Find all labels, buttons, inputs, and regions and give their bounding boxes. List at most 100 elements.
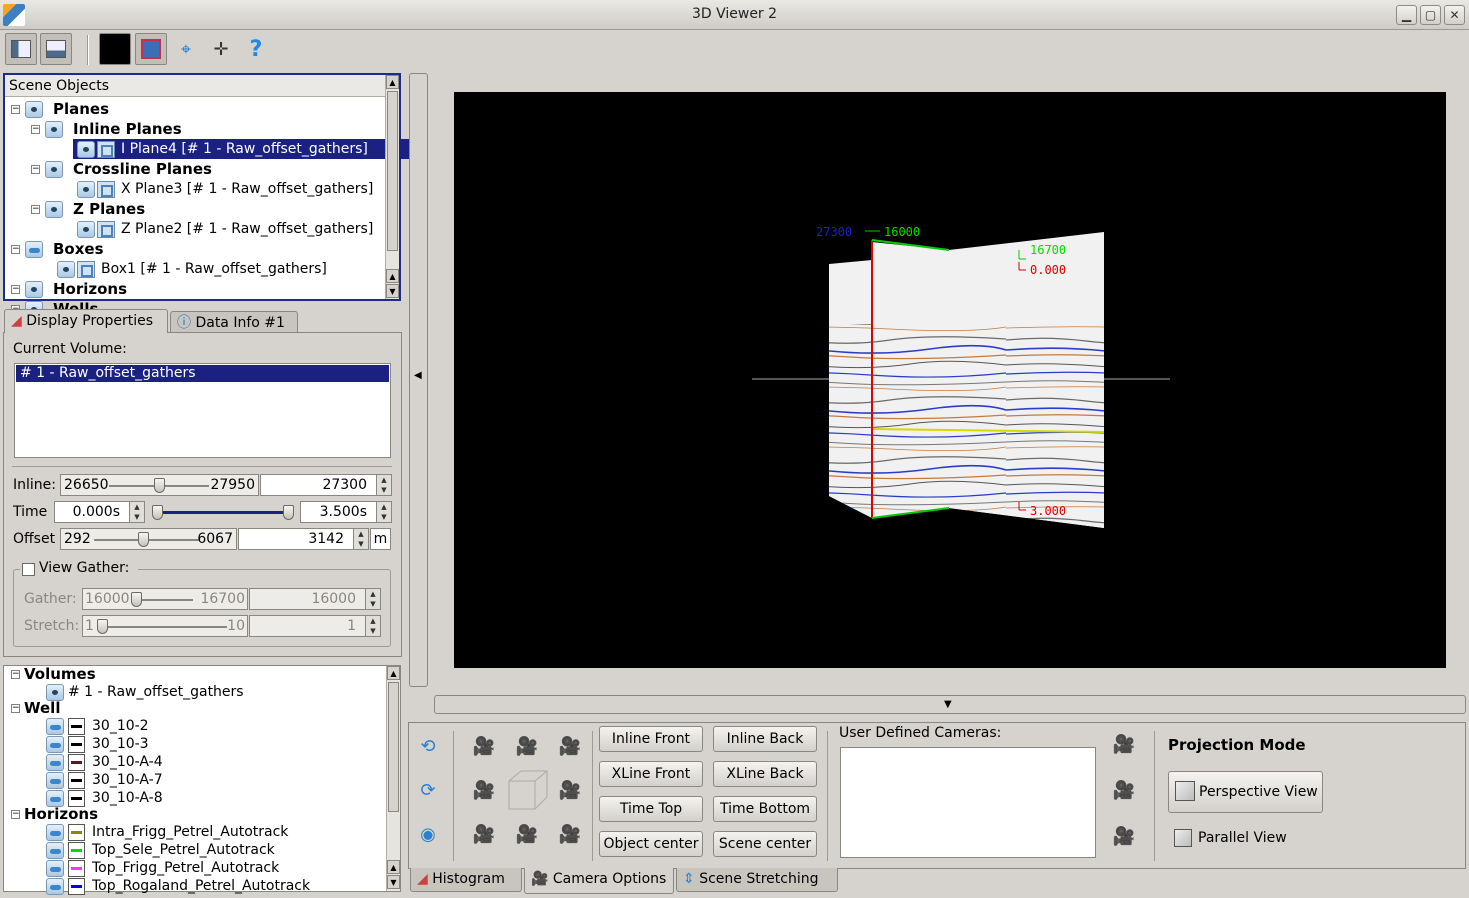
user-cameras-list[interactable] xyxy=(840,747,1096,858)
time-start-handle[interactable] xyxy=(152,505,163,520)
color-swatch-icon[interactable] xyxy=(68,772,85,789)
inline-slider[interactable]: 26650 27950 xyxy=(60,474,259,496)
camera-bottom-right-icon[interactable]: 🎥 xyxy=(557,823,583,847)
camera-left-icon[interactable]: 🎥 xyxy=(471,779,497,803)
data-tree-item[interactable]: 30_10-A-4 xyxy=(92,752,163,772)
color-swatch-icon[interactable] xyxy=(68,824,85,841)
color-swatch-icon[interactable] xyxy=(68,754,85,771)
stretch-slider[interactable]: 1 10 xyxy=(82,615,248,637)
3d-viewport[interactable]: 27300 16000 16700 0.000 3.000 xyxy=(454,92,1446,668)
camera-view-button[interactable]: Scene center xyxy=(713,831,817,857)
minimize-button[interactable]: ▁ xyxy=(1396,5,1417,25)
scene-tree-item[interactable]: Box1 [# 1 - Raw_offset_gathers] xyxy=(101,259,327,279)
target-button[interactable]: ⌖ xyxy=(170,33,202,65)
data-tree-item[interactable]: Intra_Frigg_Petrel_Autotrack xyxy=(92,822,288,842)
camera-top-right-icon[interactable]: 🎥 xyxy=(557,735,583,759)
visibility-toggle-icon[interactable] xyxy=(77,141,95,158)
camera-view-button[interactable]: Time Bottom xyxy=(713,796,817,822)
visibility-toggle-icon[interactable] xyxy=(46,860,64,877)
visibility-toggle-icon[interactable] xyxy=(46,878,64,895)
camera-view-button[interactable]: Inline Front xyxy=(599,726,703,752)
offset-slider[interactable]: 292 6067 xyxy=(60,528,237,550)
gather-spinbox[interactable]: 16000 ▲ ▼ xyxy=(249,588,381,610)
camera-view-button[interactable]: XLine Back xyxy=(713,761,817,787)
spin-arrows-icon[interactable]: ▲ ▼ xyxy=(365,589,380,609)
visibility-toggle-icon[interactable] xyxy=(46,736,64,753)
inline-slider-handle[interactable] xyxy=(154,478,165,493)
scroll-up-arrow-icon[interactable]: ▲ xyxy=(386,269,399,283)
tree-expander-icon[interactable]: − xyxy=(11,105,20,114)
tree-expander-icon[interactable]: − xyxy=(31,165,40,174)
side-panel-handle[interactable]: ◀ xyxy=(409,73,428,687)
camera-view-button[interactable]: Time Top xyxy=(599,796,703,822)
maximize-button[interactable]: ▢ xyxy=(1420,5,1441,25)
camera-bottom-icon[interactable]: 🎥 xyxy=(514,823,540,847)
data-tree-item[interactable]: 30_10-2 xyxy=(92,716,149,736)
edit-camera-icon[interactable]: 🎥 xyxy=(1111,779,1137,803)
scroll-down-arrow-icon[interactable]: ▼ xyxy=(387,875,400,889)
spin-arrows-icon[interactable]: ▲ ▼ xyxy=(376,502,391,522)
rotate-center-icon[interactable]: ◉ xyxy=(415,823,441,847)
delete-camera-icon[interactable]: 🎥 xyxy=(1111,825,1137,849)
scroll-down-arrow-icon[interactable]: ▼ xyxy=(386,284,399,298)
gather-slider-handle[interactable] xyxy=(131,592,142,607)
scene-tree-item[interactable]: Boxes xyxy=(53,239,104,259)
camera-view-button[interactable]: XLine Front xyxy=(599,761,703,787)
spin-arrows-icon[interactable]: ▲ ▼ xyxy=(376,475,391,495)
data-tree-item[interactable]: Top_Rogaland_Petrel_Autotrack xyxy=(92,876,310,896)
visibility-toggle-icon[interactable] xyxy=(46,772,64,789)
visibility-toggle-icon[interactable] xyxy=(25,281,43,298)
perspective-view-button[interactable]: Perspective View xyxy=(1168,771,1323,813)
tree-expander-icon[interactable]: − xyxy=(11,704,20,713)
rotate-horizontal-icon[interactable]: ⟳ xyxy=(415,779,441,803)
data-tree[interactable]: − Volumes # 1 - Raw_offset_gathers − Well 30_… xyxy=(3,665,401,895)
time-start-spinbox[interactable]: 0.000s ▲ ▼ xyxy=(54,501,145,523)
tree-expander-icon[interactable]: − xyxy=(11,285,20,294)
tree-expander-icon[interactable]: − xyxy=(31,125,40,134)
scroll-thumb[interactable] xyxy=(387,91,398,251)
visibility-toggle-icon[interactable] xyxy=(46,754,64,771)
data-tree-item[interactable]: Top_Frigg_Petrel_Autotrack xyxy=(92,858,279,878)
visibility-toggle-icon[interactable] xyxy=(77,181,95,198)
color-swatch-icon[interactable] xyxy=(68,878,85,895)
tab-scene-stretching[interactable]: ⇕ Scene Stretching xyxy=(676,868,838,892)
close-button[interactable]: ✕ xyxy=(1444,5,1465,25)
visibility-toggle-icon[interactable] xyxy=(46,842,64,859)
time-end-handle[interactable] xyxy=(283,505,294,520)
scroll-up-arrow-icon[interactable]: ▲ xyxy=(387,860,400,874)
bottom-panel-handle[interactable]: ▼ xyxy=(434,695,1466,714)
parallel-view-button[interactable]: Parallel View xyxy=(1168,825,1323,851)
visibility-toggle-icon[interactable] xyxy=(77,221,95,238)
scene-tree-scrollbar[interactable]: ▲ ▲ ▼ xyxy=(385,75,399,299)
data-tree-scrollbar[interactable]: ▲ ▲ ▼ xyxy=(386,666,400,891)
scene-tree-item[interactable]: X Plane3 [# 1 - Raw_offset_gathers] xyxy=(121,179,373,199)
tab-display-properties[interactable]: ◢ Display Properties xyxy=(4,309,168,333)
visibility-toggle-icon[interactable] xyxy=(25,241,43,258)
add-camera-icon[interactable]: 🎥 xyxy=(1111,733,1137,757)
time-range-slider[interactable] xyxy=(150,501,299,523)
background-color-button[interactable] xyxy=(99,33,131,65)
stretch-spinbox[interactable]: 1 ▲ ▼ xyxy=(249,615,381,637)
volume-list[interactable]: # 1 - Raw_offset_gathers xyxy=(14,363,391,458)
scene-tree-item[interactable]: Horizons xyxy=(53,279,127,299)
scene-tree-item[interactable]: I Plane4 [# 1 - Raw_offset_gathers] xyxy=(73,139,427,159)
scene-tree-item[interactable]: Z Plane2 [# 1 - Raw_offset_gathers] xyxy=(121,219,373,239)
scene-tree-item[interactable]: Z Planes xyxy=(73,199,145,219)
visibility-toggle-icon[interactable] xyxy=(45,121,63,138)
data-tree-item[interactable]: # 1 - Raw_offset_gathers xyxy=(68,682,244,702)
cube-view-button[interactable] xyxy=(135,33,167,65)
scroll-up-arrow-icon[interactable]: ▲ xyxy=(386,75,399,89)
tab-camera-options[interactable]: 🎥 Camera Options xyxy=(524,868,674,894)
data-tree-item[interactable]: 30_10-A-7 xyxy=(92,770,163,790)
visibility-toggle-icon[interactable] xyxy=(57,261,75,278)
offset-slider-handle[interactable] xyxy=(138,532,149,547)
spin-arrows-icon[interactable]: ▲ ▼ xyxy=(353,529,368,549)
camera-top-left-icon[interactable]: 🎥 xyxy=(471,735,497,759)
camera-bottom-left-icon[interactable]: 🎥 xyxy=(471,823,497,847)
scroll-up-arrow-icon[interactable]: ▲ xyxy=(387,666,400,680)
time-end-spinbox[interactable]: 3.500s ▲ ▼ xyxy=(300,501,392,523)
gather-slider[interactable]: 16000 16700 xyxy=(82,588,248,610)
data-tree-group[interactable]: Horizons xyxy=(24,804,98,824)
color-swatch-icon[interactable] xyxy=(68,842,85,859)
visibility-toggle-icon[interactable] xyxy=(46,824,64,841)
